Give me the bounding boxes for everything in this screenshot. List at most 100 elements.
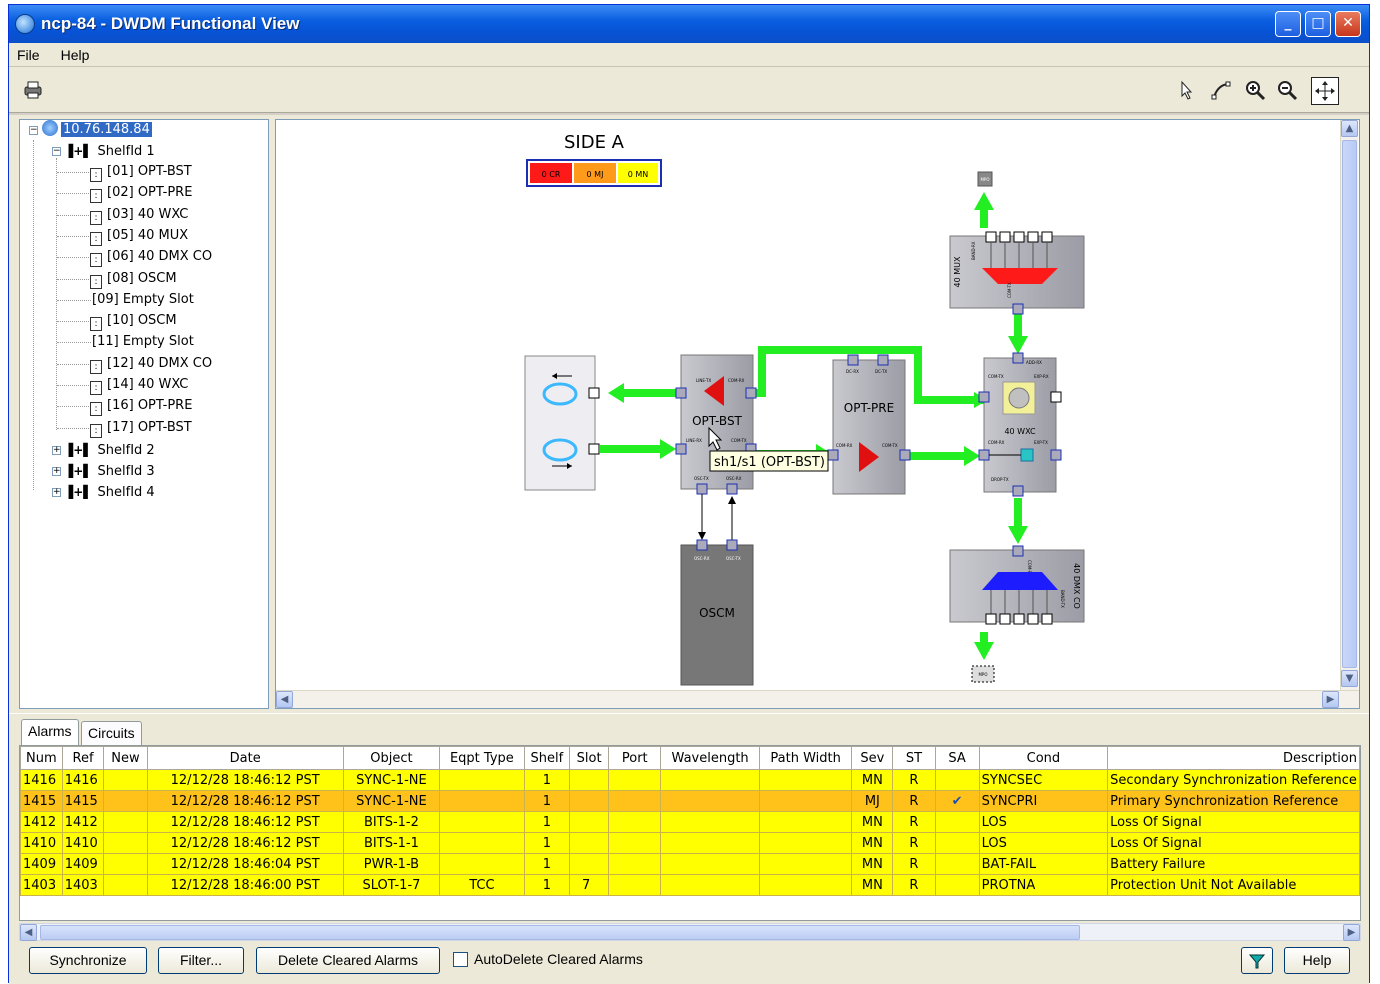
close-button[interactable]: ✕ <box>1335 11 1361 37</box>
scroll-down-icon[interactable]: ▼ <box>1341 670 1358 687</box>
column-header[interactable]: Cond <box>978 746 1109 770</box>
mpo-connector-bottom[interactable]: MPO <box>971 665 995 683</box>
tree-shelf-2[interactable]: ▐+▌ ShelfId 2 <box>64 440 155 460</box>
tree-shelf-1[interactable]: ▐+▌ ShelfId 1 <box>64 141 155 161</box>
fiber-span[interactable] <box>524 355 600 491</box>
tree-shelf-4[interactable]: ▐+▌ ShelfId 4 <box>64 482 155 502</box>
column-header[interactable]: ST <box>892 746 936 770</box>
table-row[interactable]: 1415 1415 12/12/28 18:46:12 PST SYNC-1-NE 1 M… <box>20 790 1360 812</box>
scroll-up-icon[interactable]: ▲ <box>1341 120 1358 137</box>
horizontal-splitter[interactable] <box>9 713 1369 721</box>
expand-shelf-2-icon[interactable]: + <box>52 446 61 455</box>
column-header[interactable]: Slot <box>568 746 610 770</box>
card-label: OPT-PRE <box>844 401 894 415</box>
card-40-dmx-co[interactable]: 40 DMX CO COM-RX BAND-TX <box>949 545 1085 625</box>
tree-shelf-3[interactable]: ▐+▌ ShelfId 3 <box>64 461 155 481</box>
help-button[interactable]: Help <box>1284 947 1350 974</box>
autodelete-checkbox[interactable] <box>453 952 468 967</box>
printer-icon[interactable] <box>21 79 45 103</box>
cell-cond: BAT-FAIL <box>978 853 1109 875</box>
menu-help[interactable]: Help <box>53 43 98 63</box>
column-header[interactable]: Eqpt Type <box>439 746 525 770</box>
tree-root-node[interactable]: 10.76.148.84 <box>42 120 152 140</box>
cell-object: SYNC-1-NE <box>342 769 441 791</box>
card-opt-pre[interactable]: DC-RX DC-TX OPT-PRE COM-RX COM-TX <box>827 354 911 495</box>
select-pointer-icon[interactable] <box>1175 79 1199 103</box>
tree-card-label: [11] Empty Slot <box>92 334 194 350</box>
column-header[interactable]: Ref <box>61 746 105 770</box>
card-40-wxc[interactable]: ADD-RX COM-TX EXP-RX 40 WXC COM-RX EXP-T… <box>978 352 1062 497</box>
tree-card-item[interactable]: : [10] OSCM <box>90 311 177 332</box>
shelf-tree[interactable]: − 10.76.148.84 − ▐+▌ ShelfId 1 : [01] OPT-… <box>19 119 269 709</box>
column-header[interactable]: Sev <box>851 746 894 770</box>
functional-view-canvas[interactable]: SIDE A 0 CR 0 MJ 0 MN LINE-TX COM-RX OPT… <box>275 119 1360 709</box>
tree-card-item[interactable]: : [01] OPT-BST <box>90 162 192 182</box>
table-horizontal-scrollbar[interactable]: ◀ ▶ <box>19 923 1361 941</box>
tree-card-item[interactable]: : [02] OPT-PRE <box>90 183 192 204</box>
mpo-connector-top[interactable]: MPO <box>977 171 993 187</box>
menu-file[interactable]: File <box>9 43 48 63</box>
zoom-out-icon[interactable] <box>1275 79 1299 103</box>
filter-funnel-icon[interactable] <box>1241 947 1273 974</box>
column-header[interactable]: SA <box>934 746 980 770</box>
tab-circuits[interactable]: Circuits <box>81 721 142 745</box>
cell-num: 1415 <box>20 790 63 812</box>
tree-card-item[interactable]: : [05] 40 MUX <box>90 226 188 246</box>
collapse-shelf-icon[interactable]: − <box>52 147 61 156</box>
column-header[interactable]: Path Width <box>758 746 853 770</box>
canvas-horizontal-scrollbar[interactable]: ◀ ▶ <box>276 690 1359 708</box>
scroll-left-icon[interactable]: ◀ <box>20 924 37 941</box>
tree-card-item[interactable]: : [14] 40 WXC <box>90 375 188 395</box>
column-header[interactable]: New <box>103 746 148 770</box>
cell-object: SLOT-1-7 <box>342 874 441 896</box>
cell-eqpt <box>439 790 525 812</box>
tree-card-item[interactable]: : [08] OSCM <box>90 269 177 289</box>
scroll-left-icon[interactable]: ◀ <box>276 691 293 708</box>
delete-cleared-alarms-button[interactable]: Delete Cleared Alarms <box>256 947 440 974</box>
collapse-node-icon[interactable]: − <box>29 126 38 135</box>
alarms-table[interactable]: Num Ref New Date Object Eqpt Type Shelf Slot Por… <box>19 745 1361 921</box>
tree-card-item[interactable]: : [03] 40 WXC <box>90 205 188 225</box>
table-row[interactable]: 1412 1412 12/12/28 18:46:12 PST BITS-1-2 1 MN… <box>20 811 1360 833</box>
column-header[interactable]: Num <box>20 746 63 770</box>
cell-sa <box>934 874 980 896</box>
synchronize-button[interactable]: Synchronize <box>29 947 147 974</box>
link-tool-icon[interactable] <box>1209 79 1233 103</box>
scroll-right-icon[interactable]: ▶ <box>1322 691 1339 708</box>
vertical-scroll-thumb[interactable] <box>1342 140 1357 668</box>
cell-shelf: 1 <box>523 790 571 812</box>
card-oscm[interactable]: OSC-RX OSC-TX OSCM <box>680 539 754 686</box>
minimize-button[interactable]: _ <box>1275 11 1301 37</box>
expand-shelf-3-icon[interactable]: + <box>52 467 61 476</box>
column-header[interactable]: Description <box>1107 746 1360 770</box>
horizontal-scroll-thumb[interactable] <box>40 925 1080 940</box>
cell-st: R <box>892 832 936 854</box>
canvas-vertical-scrollbar[interactable]: ▲ ▼ <box>1340 120 1358 690</box>
tree-card-item[interactable]: : [06] 40 DMX CO <box>90 247 212 268</box>
column-header[interactable]: Object <box>342 746 441 770</box>
fit-to-window-icon[interactable] <box>1311 77 1339 105</box>
tree-card-item[interactable]: [11] Empty Slot <box>92 332 194 352</box>
card-40-mux[interactable]: 40 MUX BAND-RX COM-TX <box>949 231 1085 315</box>
column-header[interactable]: Wavelength <box>660 746 760 770</box>
title-bar[interactable]: ncp-84 - DWDM Functional View _ □ ✕ <box>9 5 1369 43</box>
scroll-right-icon[interactable]: ▶ <box>1343 924 1360 941</box>
filter-button[interactable]: Filter... <box>158 947 244 974</box>
column-header[interactable]: Shelf <box>523 746 571 770</box>
tab-alarms[interactable]: Alarms <box>21 719 79 745</box>
port-label: COM-TX <box>1007 282 1012 298</box>
table-row[interactable]: 1416 1416 12/12/28 18:46:12 PST SYNC-1-NE 1 M… <box>20 769 1360 791</box>
tree-card-item[interactable]: : [16] OPT-PRE <box>90 396 192 417</box>
table-row[interactable]: 1409 1409 12/12/28 18:46:04 PST PWR-1-B 1 MN R… <box>20 853 1360 875</box>
tree-card-item[interactable]: : [17] OPT-BST <box>90 418 192 438</box>
table-row[interactable]: 1403 1403 12/12/28 18:46:00 PST SLOT-1-7 TCC… <box>20 874 1360 896</box>
zoom-in-icon[interactable] <box>1243 79 1267 103</box>
maximize-button[interactable]: □ <box>1305 11 1331 37</box>
expand-shelf-4-icon[interactable]: + <box>52 488 61 497</box>
cell-object: BITS-1-2 <box>342 811 441 833</box>
column-header[interactable]: Port <box>608 746 662 770</box>
tree-card-item[interactable]: : [12] 40 DMX CO <box>90 354 212 374</box>
tree-card-item[interactable]: [09] Empty Slot <box>92 290 194 310</box>
table-row[interactable]: 1410 1410 12/12/28 18:46:12 PST BITS-1-1 1 MN… <box>20 832 1360 854</box>
column-header[interactable]: Date <box>146 746 344 770</box>
